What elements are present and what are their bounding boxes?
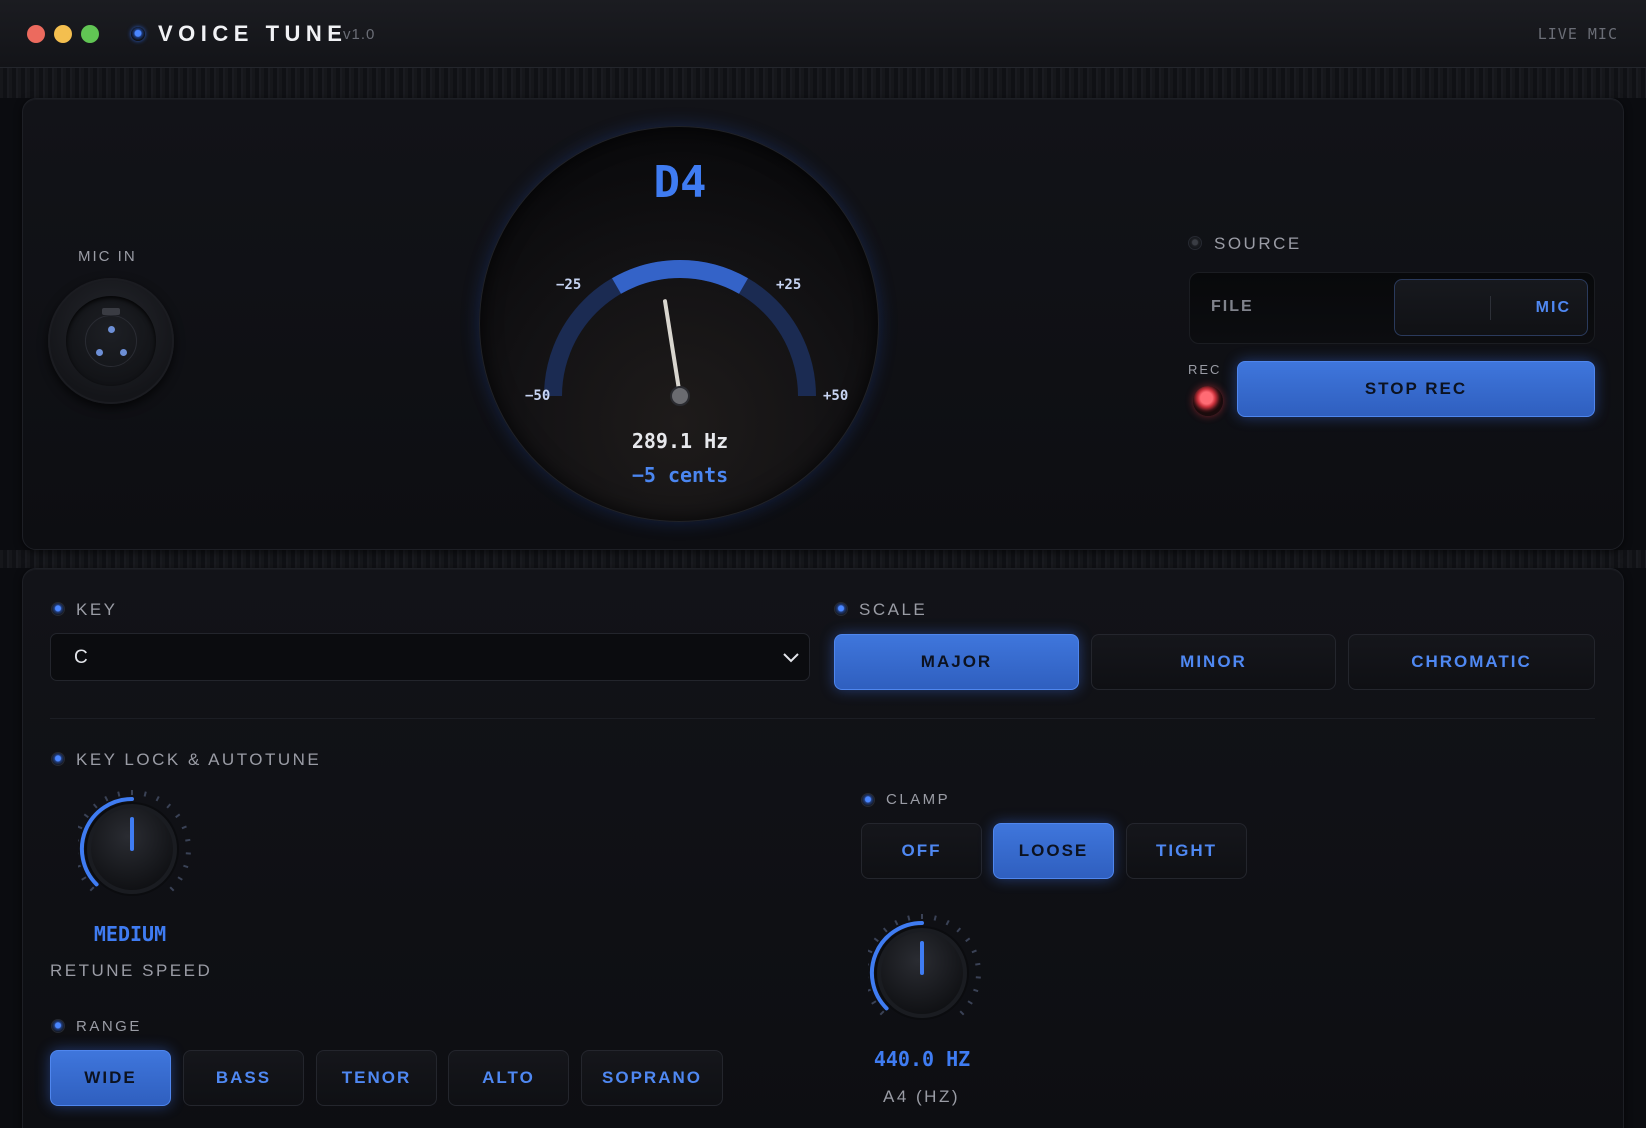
a4-tuning-knob[interactable] (868, 906, 984, 1036)
knob-tick (177, 876, 183, 881)
clamp-off-button[interactable]: OFF (861, 823, 982, 879)
knob-tick (78, 839, 79, 842)
scale-minor-button[interactable]: MINOR (1091, 634, 1336, 690)
knob-tick (879, 1010, 885, 1016)
knob-tick (868, 988, 871, 992)
knob-tick (117, 791, 121, 797)
range-bass-button[interactable]: BASS (183, 1050, 304, 1106)
key-select-value: C (74, 647, 88, 668)
a4-tuning-value: 440.0 HZ (873, 1047, 971, 1071)
source-option-file[interactable]: FILE (1211, 298, 1254, 316)
xlr-input-jack-icon (48, 278, 174, 404)
range-label: RANGE (76, 1018, 142, 1035)
app-version: v1.0 (343, 26, 376, 43)
knob-tick (871, 1000, 877, 1005)
knob-tick (933, 915, 937, 921)
knob-tick (83, 813, 89, 819)
range-led-icon (51, 1019, 65, 1033)
knob-tick (971, 949, 977, 954)
scale-major-button[interactable]: MAJOR (834, 634, 1079, 690)
knob-tick (78, 825, 83, 830)
knob-tick (882, 927, 888, 933)
knob-tick (175, 813, 181, 819)
scale-label: SCALE (859, 600, 928, 619)
mic-in-label: MIC IN (78, 248, 137, 265)
knob-tick (956, 927, 962, 933)
scale-led-icon (834, 602, 848, 616)
knob-tick (183, 864, 189, 869)
a4-tuning-label: A4 (HZ) (883, 1087, 960, 1106)
range-wide-button[interactable]: WIDE (50, 1050, 171, 1106)
knob-tick (78, 864, 81, 868)
section-divider (50, 718, 1595, 719)
knob-tick (965, 937, 971, 943)
range-alto-button[interactable]: ALTO (448, 1050, 569, 1106)
autotune-led-icon (51, 752, 65, 766)
autotune-label: KEY LOCK & AUTOTUNE (76, 750, 322, 769)
knob-tick (169, 886, 175, 892)
close-window-button[interactable] (27, 25, 45, 43)
tuner-meter: D4 −50 −25 +25 +50 289.1 Hz −5 cents (479, 126, 879, 522)
knob-tick (181, 825, 187, 830)
tick-label-minus50: −50 (525, 388, 550, 404)
cents-readout: −5 cents (631, 463, 729, 487)
title-bar: VOICE TUNE v1.0 LIVE MIC (0, 0, 1646, 68)
scale-chromatic-button[interactable]: CHROMATIC (1348, 634, 1595, 690)
gauge-needle (663, 299, 682, 398)
range-tenor-button[interactable]: TENOR (316, 1050, 437, 1106)
knob-tick (868, 963, 869, 966)
app-title: VOICE TUNE (158, 21, 348, 46)
knob-tick (967, 1000, 973, 1005)
knob-tick (973, 988, 979, 993)
chevron-down-icon (783, 653, 799, 663)
power-led-icon (131, 27, 145, 41)
switch-grip-icon (1490, 296, 1491, 320)
retune-speed-label: RETUNE SPEED (50, 961, 213, 980)
needle-pivot (670, 386, 690, 406)
retune-speed-value: MEDIUM (93, 922, 167, 946)
knob-tick (907, 915, 911, 921)
source-option-mic[interactable]: MIC (1394, 279, 1588, 336)
key-led-icon (51, 602, 65, 616)
knob-tick (143, 791, 147, 797)
clamp-tight-button[interactable]: TIGHT (1126, 823, 1247, 879)
rec-label: REC (1188, 362, 1222, 377)
wood-strip (0, 550, 1646, 568)
knob-tick (873, 937, 879, 943)
gauge-zone (612, 260, 748, 294)
knob-tick (104, 795, 109, 802)
knob-tick (92, 803, 98, 809)
retune-speed-knob[interactable] (78, 782, 194, 912)
key-label: KEY (76, 600, 118, 619)
tick-label-minus25: −25 (556, 277, 581, 293)
knob-tick (185, 838, 191, 842)
knob-tick (945, 919, 950, 926)
knob-tick (89, 886, 95, 892)
minimize-window-button[interactable] (54, 25, 72, 43)
source-label: SOURCE (1214, 234, 1302, 253)
mode-indicator: LIVE MIC (1537, 25, 1618, 43)
key-select[interactable]: C (50, 633, 810, 681)
gauge-track (544, 260, 816, 397)
knob-tick (959, 1010, 965, 1016)
knob-tick (868, 949, 873, 954)
rec-indicator-icon (1193, 386, 1223, 416)
knob-tick (166, 803, 172, 809)
knob-tick (81, 876, 87, 881)
clamp-led-icon (861, 793, 875, 807)
frequency-readout: 289.1 Hz (631, 429, 729, 453)
tick-label-plus25: +25 (776, 277, 801, 293)
clamp-loose-button[interactable]: LOOSE (993, 823, 1114, 879)
tick-label-plus50: +50 (823, 388, 848, 404)
wood-strip (0, 68, 1646, 98)
range-soprano-button[interactable]: SOPRANO (581, 1050, 723, 1106)
knob-tick (894, 919, 899, 926)
clamp-label: CLAMP (886, 791, 951, 808)
source-option-mic-label: MIC (1535, 299, 1571, 316)
zoom-window-button[interactable] (81, 25, 99, 43)
knob-tick (155, 795, 160, 802)
source-led-icon (1188, 236, 1202, 250)
stop-rec-button[interactable]: STOP REC (1237, 361, 1595, 417)
knob-tick (975, 962, 981, 966)
